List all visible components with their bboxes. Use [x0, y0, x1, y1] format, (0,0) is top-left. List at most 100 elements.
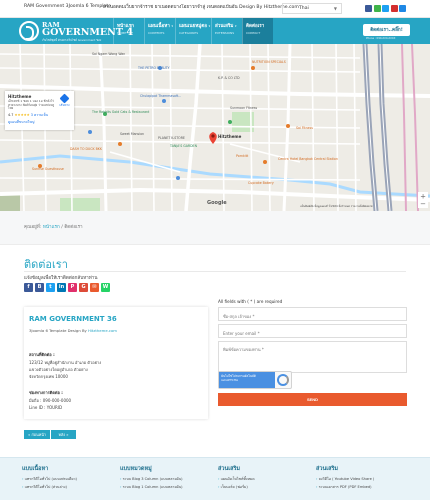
reviews-link[interactable]: 3 ความเห็น	[31, 113, 48, 117]
prev-button[interactable]: « ก่อนหน้า	[24, 430, 50, 439]
tagline-link[interactable]: Hitztheme.com	[88, 328, 117, 333]
phone: มือถือ : 090-000-0000	[29, 398, 72, 403]
whatsapp-share-icon[interactable]: W	[101, 283, 110, 292]
footer-link[interactable]: ระบบ Blog 3 Column (แบบหลายอัน)	[120, 476, 183, 482]
footer-link[interactable]: แทรกวิดีโอทั่วไป (ส่วนล่าง)	[22, 484, 77, 490]
nav-label: แผนเนื้อหา	[148, 24, 170, 29]
twitter-share-icon[interactable]: t	[46, 283, 55, 292]
footer-title: แบบเนื้อหา	[22, 466, 49, 472]
contact-page: RAM Government 3Joomla 6 Template ยาเนอด…	[0, 0, 430, 500]
line-icon[interactable]	[373, 5, 381, 12]
nav-sublabel: CATEGORIES	[179, 31, 199, 35]
contact-cta-button[interactable]: ติดต่อเรา..คลิ๊ก!	[363, 24, 410, 36]
map-label: Centra Hotel Bangkok Central Station	[278, 157, 338, 161]
site-footer: แบบเนื้อหา แทรกวิดีโอทั่วไป (แบบเฟรมเดีย…	[0, 457, 430, 500]
social-links	[365, 5, 406, 12]
message-field[interactable]	[218, 341, 407, 373]
google-map[interactable]: THE PETRO BEAUTY K.P. & CO LTD NUTRITION…	[0, 44, 430, 211]
required-note: All fields with ( * ) are required	[218, 299, 283, 304]
footer-column: ส่วนเสริม แผนผังเว็บไซต์ทั้งหมด เว็บบอร์…	[218, 465, 255, 490]
twitter-icon[interactable]	[382, 5, 389, 12]
address-heading: สถานที่ติดต่อ :	[29, 352, 55, 357]
footer-link[interactable]: ระบบเอกสาร PDF (PDF Embed)	[316, 484, 374, 490]
map-label: Sai Fitness	[296, 126, 313, 130]
address-line: แขวงตัวอย่างใดอยู่อำเภอ ตัวอย่าง	[29, 367, 88, 372]
google-share-icon[interactable]: G	[79, 283, 88, 292]
nav-contact[interactable]: ติดต่อเรา CONTACT	[242, 18, 273, 44]
larger-map-link[interactable]: ดูแผนที่ขนาดใหญ่	[8, 120, 71, 125]
send-button[interactable]: SEND	[218, 393, 407, 406]
footer-link[interactable]: ระบบ Blog 1 Column (แบบหลายอัน)	[120, 484, 183, 490]
org-name: RAM GOVERNMENT 36	[29, 315, 117, 323]
map-label: The Rabbits Gold Cats & Restaurant	[92, 110, 150, 114]
name-field[interactable]	[218, 307, 407, 321]
language-select[interactable]: Thai ▼	[282, 3, 342, 14]
facebook-icon[interactable]	[365, 5, 372, 12]
footer-title: แบบหมวดหมู่	[120, 466, 152, 472]
map-label: Soi Ngam Wong Wan	[92, 52, 126, 56]
directions-button[interactable]: เส้นทาง	[59, 93, 70, 108]
top-bar: RAM Government 3Joomla 6 Template ยาเนอด…	[0, 0, 430, 18]
facebook-share-icon[interactable]: f	[24, 283, 33, 292]
logo-subtitle: เว็บไซต์ชุดนี้ ตัวอย่างเว็บไซต์ Governme…	[42, 38, 102, 42]
map-label: Sunmoon Fitness	[230, 106, 258, 110]
footer-link[interactable]: แผนผังเว็บไซต์ทั้งหมด	[218, 476, 255, 482]
nav-label: หน้าแรก	[117, 24, 134, 29]
email-field[interactable]	[218, 324, 407, 338]
zoom-controls[interactable]: + −	[418, 192, 428, 208]
nav-sublabel: HOME	[117, 31, 127, 35]
chevron-down-icon: ▾	[171, 24, 173, 28]
page-subtitle: แจ้งข้อมูลเพื่อให้เราติดต่อกลับหาท่าน	[24, 276, 98, 281]
pagination: « ก่อนหน้า หลัง »	[24, 430, 76, 439]
contact-heading: ช่องทางการติดต่อ :	[29, 390, 63, 395]
announcement-marquee: ยาเนอดดมเว็บยากจ้าราช ยาเนอดดบางโอยาวกจำ…	[103, 5, 299, 10]
email-share-icon[interactable]: ✉	[90, 283, 99, 292]
site-name[interactable]: RAM Government 3Joomla 6 Template	[24, 4, 111, 9]
breadcrumb-sep: /	[61, 225, 63, 230]
map-footer[interactable]: แป้นพิมพ์ลัด ข้อมูลแผนที่ ©2024 ข้อกำหนด…	[300, 205, 373, 209]
linkedin-share-icon[interactable]: in	[57, 283, 66, 292]
divider	[0, 457, 430, 458]
nav-home[interactable]: หน้าแรก HOME	[113, 18, 144, 44]
footer-link[interactable]: ลงวิดีโอ ( Youtube Video Share )	[316, 476, 375, 482]
svg-text:−: −	[420, 200, 426, 208]
chevron-down-icon: ▼	[333, 6, 337, 11]
recaptcha[interactable]: ฉันไม่ใช่โปรแกรมอัตโนมัติ reCAPTCHA	[218, 371, 292, 389]
breadcrumb-home[interactable]: หน้าแรก	[43, 225, 60, 230]
directions-label: เส้นทาง	[59, 103, 70, 107]
rss-icon[interactable]	[399, 5, 406, 12]
contact-info-card: RAM GOVERNMENT 36 3Joomla 6 Template Des…	[24, 307, 208, 419]
map-label: Pornkitt	[236, 154, 249, 158]
footer-link[interactable]: แทรกวิดีโอทั่วไป (แบบเฟรมเดียว)	[22, 476, 77, 482]
map-card-rating: 4.7 ★★★★★ 3 ความเห็น	[8, 113, 71, 118]
nav-sublabel: CONTACT	[246, 31, 261, 35]
nav-extensions[interactable]: ส่วนเสริม ▾ EXTENSIONS	[211, 18, 242, 44]
nav-label: ส่วนเสริม	[215, 24, 234, 29]
address-line: 123/12 หมู่ที่อยู่สำนักงาน อำเภอ ตัวอย่า…	[29, 360, 102, 365]
chevron-down-icon: ▾	[208, 24, 211, 28]
site-header: RAM GOVERNMENT 4 เว็บไซต์ชุดนี้ ตัวอย่าง…	[0, 18, 430, 44]
map-info-card: Hitztheme เอ็กเจทช์ 1 ซอย 1 บอง 1อ ฟ้าคั…	[5, 91, 74, 130]
footer-link[interactable]: เว็บบอร์ด (ฟอรั่ม)	[218, 484, 255, 490]
address-line: จังหวัดกรุงเทพ 10000	[29, 374, 68, 379]
footer-column: แบบหมวดหมู่ ระบบ Blog 3 Column (แบบหลายอ…	[120, 465, 183, 490]
youtube-icon[interactable]	[390, 5, 398, 12]
map-label: TANJA'S GARDEN	[170, 144, 197, 148]
rating-value: 4.7	[8, 112, 14, 117]
org-tagline: 3Joomla 6 Template Design By Hitztheme.c…	[29, 328, 117, 333]
next-button[interactable]: หลัง »	[50, 430, 76, 439]
line-id: Line ID : YOURID	[29, 405, 63, 410]
blogger-share-icon[interactable]: B	[35, 283, 44, 292]
nav-sublabel: CONTENTS	[148, 31, 165, 35]
main-nav: หน้าแรก HOME แผนเนื้อหา ▾ CONTENTS แผนเน…	[113, 18, 273, 44]
nav-categories[interactable]: แผนเนยหมู่ตอ ▾ CATEGORIES	[175, 18, 211, 44]
logo-icon[interactable]	[19, 21, 39, 41]
map-label: DASH TO DUCK BKK	[70, 147, 102, 151]
nav-contents[interactable]: แผนเนื้อหา ▾ CONTENTS	[144, 18, 175, 44]
nav-label: แผนเนยหมู่ตอ	[179, 24, 207, 29]
pinterest-share-icon[interactable]: P	[68, 283, 77, 292]
logo-main: GOVERNMENT	[42, 27, 123, 38]
nav-sublabel: EXTENSIONS	[215, 31, 235, 35]
map-label: THE PETRO BEAUTY	[138, 66, 170, 70]
recaptcha-icon	[277, 374, 289, 386]
